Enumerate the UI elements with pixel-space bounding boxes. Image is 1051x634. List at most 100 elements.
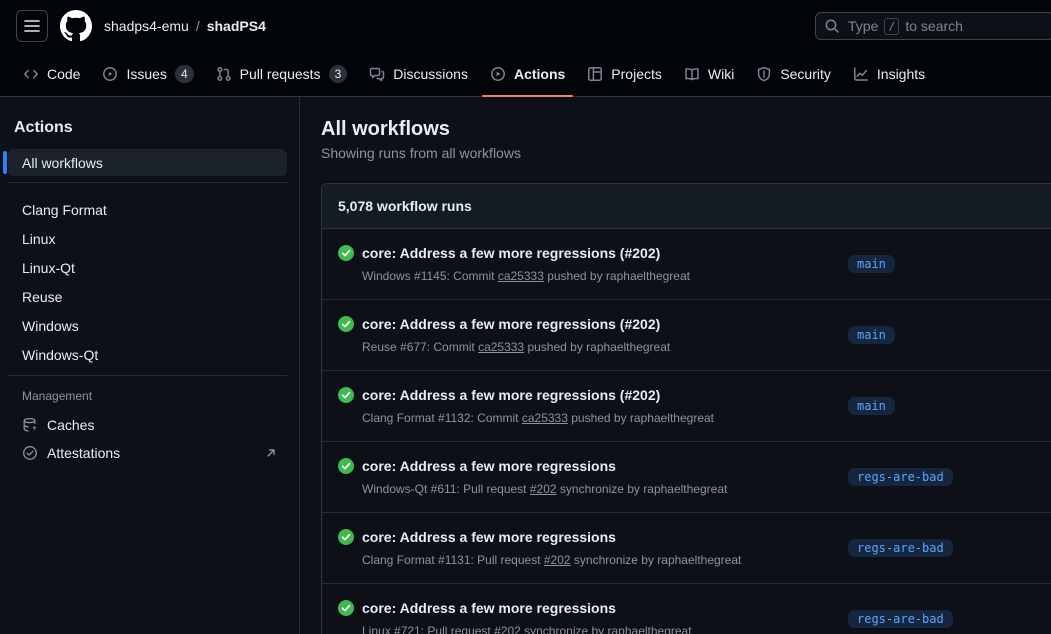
success-check-icon — [338, 316, 354, 332]
sidebar-item-reuse[interactable]: Reuse — [8, 282, 287, 311]
workflow-list: Clang Format Linux Linux-Qt Reuse Window… — [8, 195, 287, 369]
run-row[interactable]: core: Address a few more regressions Win… — [322, 441, 1051, 512]
issue-opened-icon — [102, 66, 118, 82]
success-check-icon — [338, 245, 354, 261]
page-content: Actions All workflows Clang Format Linux… — [0, 97, 1051, 634]
run-title-link[interactable]: core: Address a few more regressions — [362, 598, 848, 618]
commit-link[interactable]: ca25333 — [498, 269, 544, 283]
tab-projects[interactable]: Projects — [579, 52, 670, 96]
pull-requests-count-badge: 3 — [329, 65, 348, 83]
sidebar-item-all-workflows[interactable]: All workflows — [8, 149, 287, 176]
run-desc-suffix: synchronize by raphaelthegreat — [571, 553, 742, 567]
run-title-link[interactable]: core: Address a few more regressions — [362, 527, 848, 547]
run-row[interactable]: core: Address a few more regressions (#2… — [322, 299, 1051, 370]
run-desc-prefix: Reuse #677: Commit — [362, 340, 478, 354]
play-circle-icon — [490, 66, 506, 82]
run-row[interactable]: core: Address a few more regressions Cla… — [322, 512, 1051, 583]
tab-wiki[interactable]: Wiki — [676, 52, 742, 96]
sidebar-heading: Actions — [14, 119, 287, 137]
success-check-icon — [338, 387, 354, 403]
search-icon — [824, 18, 840, 34]
tab-insights[interactable]: Insights — [845, 52, 933, 96]
runs-list: core: Address a few more regressions (#2… — [322, 229, 1051, 634]
tab-actions-label: Actions — [514, 66, 565, 82]
tab-code[interactable]: Code — [15, 52, 88, 96]
run-row[interactable]: core: Address a few more regressions Lin… — [322, 583, 1051, 634]
branch-badge[interactable]: regs-are-bad — [848, 539, 953, 557]
commit-link[interactable]: ca25333 — [478, 340, 524, 354]
runs-count-header: 5,078 workflow runs — [322, 184, 1051, 229]
branch-badge[interactable]: main — [848, 326, 895, 344]
run-title-link[interactable]: core: Address a few more regressions (#2… — [362, 243, 848, 263]
search-placeholder: Type / to search — [848, 18, 963, 35]
discussions-icon — [369, 66, 385, 82]
run-title-link[interactable]: core: Address a few more regressions — [362, 456, 848, 476]
success-check-icon — [338, 458, 354, 474]
run-desc-suffix: synchronize by raphaelthegreat — [521, 624, 692, 634]
sidebar-item-windows-qt[interactable]: Windows-Qt — [8, 340, 287, 369]
branch-badge[interactable]: regs-are-bad — [848, 610, 953, 628]
run-description: Windows-Qt #611: Pull request #202 synch… — [362, 480, 848, 498]
sidebar-item-linux-qt[interactable]: Linux-Qt — [8, 253, 287, 282]
search-placeholder-pre: Type — [848, 18, 878, 34]
tab-code-label: Code — [47, 66, 80, 82]
tab-security-label: Security — [780, 66, 831, 82]
tab-actions[interactable]: Actions — [482, 52, 573, 96]
global-header: shadps4-emu / shadPS4 Type / to search — [0, 0, 1051, 52]
run-row[interactable]: core: Address a few more regressions (#2… — [322, 229, 1051, 299]
breadcrumb-separator: / — [196, 18, 200, 34]
success-check-icon — [338, 529, 354, 545]
hamburger-menu-button[interactable] — [16, 10, 48, 42]
run-title-link[interactable]: core: Address a few more regressions (#2… — [362, 385, 848, 405]
tab-insights-label: Insights — [877, 66, 925, 82]
run-desc-suffix: pushed by raphaelthegreat — [568, 411, 714, 425]
run-title-link[interactable]: core: Address a few more regressions (#2… — [362, 314, 848, 334]
cache-database-icon — [22, 417, 38, 433]
tab-pull-requests-label: Pull requests — [240, 66, 321, 82]
pull-request-link[interactable]: #202 — [530, 482, 557, 496]
tab-issues[interactable]: Issues 4 — [94, 52, 201, 96]
sidebar-item-clang-format[interactable]: Clang Format — [8, 195, 287, 224]
sidebar-item-linux[interactable]: Linux — [8, 224, 287, 253]
sidebar-item-caches-label: Caches — [47, 417, 94, 433]
search-input[interactable]: Type / to search — [815, 12, 1051, 40]
run-description: Clang Format #1132: Commit ca25333 pushe… — [362, 409, 848, 427]
sidebar-divider — [8, 375, 287, 376]
run-desc-prefix: Linux #721: Pull request — [362, 624, 494, 634]
tab-discussions[interactable]: Discussions — [361, 52, 476, 96]
branch-badge[interactable]: regs-are-bad — [848, 468, 953, 486]
run-description: Clang Format #1131: Pull request #202 sy… — [362, 551, 848, 569]
tab-discussions-label: Discussions — [393, 66, 468, 82]
sidebar-item-caches[interactable]: Caches — [8, 411, 287, 439]
run-description: Linux #721: Pull request #202 synchroniz… — [362, 622, 848, 634]
pull-request-link[interactable]: #202 — [494, 624, 521, 634]
tab-security[interactable]: Security — [748, 52, 839, 96]
tab-projects-label: Projects — [611, 66, 662, 82]
breadcrumb: shadps4-emu / shadPS4 — [104, 18, 266, 34]
external-link-icon — [265, 447, 277, 459]
pull-request-icon — [216, 66, 232, 82]
hamburger-icon — [24, 18, 40, 34]
breadcrumb-repo-link[interactable]: shadPS4 — [207, 18, 266, 34]
run-text: core: Address a few more regressions (#2… — [362, 314, 848, 356]
verified-check-icon — [22, 445, 38, 461]
commit-link[interactable]: ca25333 — [522, 411, 568, 425]
sidebar-divider — [8, 182, 287, 183]
search-placeholder-post: to search — [905, 18, 963, 34]
tab-pull-requests[interactable]: Pull requests 3 — [208, 52, 356, 96]
tab-wiki-label: Wiki — [708, 66, 734, 82]
breadcrumb-owner-link[interactable]: shadps4-emu — [104, 18, 189, 34]
sidebar-item-windows[interactable]: Windows — [8, 311, 287, 340]
pull-request-link[interactable]: #202 — [544, 553, 571, 567]
run-row[interactable]: core: Address a few more regressions (#2… — [322, 370, 1051, 441]
run-description: Windows #1145: Commit ca25333 pushed by … — [362, 267, 848, 285]
run-text: core: Address a few more regressions (#2… — [362, 385, 848, 427]
github-logo-icon[interactable] — [60, 10, 92, 42]
branch-badge[interactable]: main — [848, 397, 895, 415]
run-text: core: Address a few more regressions Win… — [362, 456, 848, 498]
issues-count-badge: 4 — [175, 65, 194, 83]
sidebar-item-attestations[interactable]: Attestations — [8, 439, 287, 467]
run-desc-prefix: Windows-Qt #611: Pull request — [362, 482, 530, 496]
run-text: core: Address a few more regressions (#2… — [362, 243, 848, 285]
branch-badge[interactable]: main — [848, 255, 895, 273]
